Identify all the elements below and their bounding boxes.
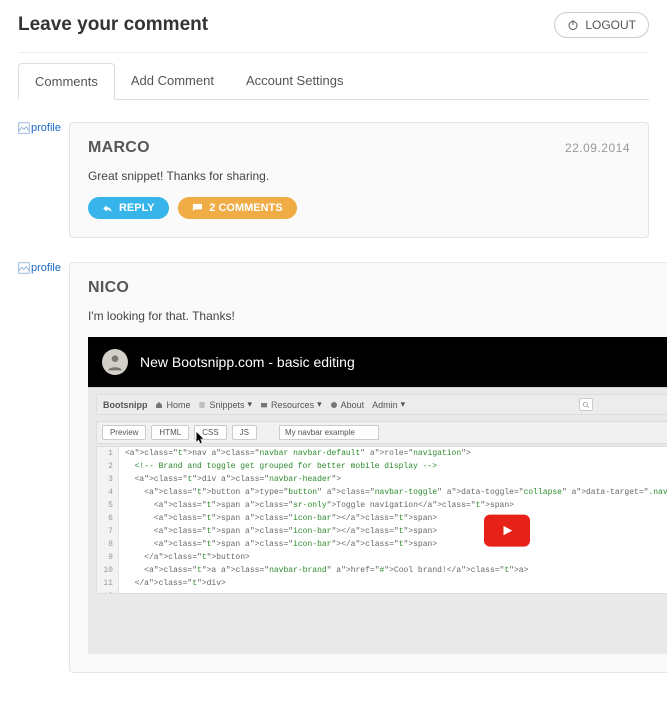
logout-label: LOGOUT	[585, 18, 636, 32]
app-toolbar: Bootsnipp Home Snippets ▾ Resources ▾ Ab…	[96, 394, 667, 415]
broken-image-icon	[18, 122, 30, 134]
editor-tab-js[interactable]: JS	[232, 425, 257, 440]
nav-snippets[interactable]: Snippets ▾	[198, 399, 252, 410]
search-button[interactable]	[579, 398, 593, 411]
broken-image-icon	[18, 262, 30, 274]
comment-body: I'm looking for that. Thanks!	[88, 309, 667, 323]
nav-admin[interactable]: Admin ▾	[372, 399, 405, 410]
nav-home[interactable]: Home	[155, 400, 190, 410]
editor-tab-preview[interactable]: Preview	[102, 425, 146, 440]
reply-label: REPLY	[119, 202, 155, 214]
nav-resources[interactable]: Resources ▾	[260, 399, 322, 410]
reply-icon	[102, 203, 113, 214]
tab-content: profile MARCO 22.09.2014 Great snippet! …	[18, 100, 649, 673]
tab-comments[interactable]: Comments	[18, 63, 115, 100]
editor-toolbar: Preview HTML CSS JS My navbar example Bo…	[96, 421, 667, 444]
folder-icon	[260, 401, 268, 409]
video-title: New Bootsnipp.com - basic editing	[140, 354, 667, 370]
avatar: profile	[18, 122, 61, 134]
comment-panel: MARCO 22.09.2014 Great snippet! Thanks f…	[69, 122, 649, 238]
avatar: profile	[18, 262, 61, 274]
logout-button[interactable]: LOGOUT	[554, 12, 649, 38]
comment-author: NICO	[88, 279, 129, 297]
tab-account-settings[interactable]: Account Settings	[230, 63, 360, 100]
comment-panel: NICO 22.09.2014 I'm looking for that. Th…	[69, 262, 667, 673]
video-embed[interactable]: New Bootsnipp.com - basic editing Watch …	[88, 337, 667, 654]
comments-button[interactable]: 2 COMMENTS	[178, 197, 296, 219]
comments-label: 2 COMMENTS	[209, 202, 282, 214]
info-icon	[330, 401, 338, 409]
home-icon	[155, 401, 163, 409]
tabs: Comments Add Comment Account Settings	[18, 63, 649, 100]
play-icon	[500, 524, 514, 538]
cursor-icon	[196, 432, 206, 447]
comment-author: MARCO	[88, 139, 150, 157]
comment-body: Great snippet! Thanks for sharing.	[88, 169, 630, 183]
app-brand[interactable]: Bootsnipp	[103, 400, 148, 410]
video-preview-frame: Bootsnipp Home Snippets ▾ Resources ▾ Ab…	[88, 387, 667, 654]
play-button[interactable]	[484, 515, 530, 547]
tab-add-comment[interactable]: Add Comment	[115, 63, 230, 100]
power-icon	[567, 19, 579, 31]
list-icon	[198, 401, 206, 409]
channel-avatar[interactable]	[102, 349, 128, 375]
nav-about[interactable]: About	[330, 400, 365, 410]
editor-tab-html[interactable]: HTML	[151, 425, 189, 440]
header-divider	[18, 52, 649, 53]
comment-row: profile NICO 22.09.2014 I'm looking for …	[18, 262, 649, 673]
search-icon	[582, 401, 590, 409]
page-title: Leave your comment	[18, 14, 208, 36]
reply-button[interactable]: REPLY	[88, 197, 169, 219]
comment-icon	[192, 203, 203, 214]
video-header: New Bootsnipp.com - basic editing Watch …	[88, 337, 667, 387]
comment-row: profile MARCO 22.09.2014 Great snippet! …	[18, 122, 649, 238]
snippet-name-input[interactable]: My navbar example	[279, 425, 379, 440]
comment-date: 22.09.2014	[565, 141, 630, 155]
